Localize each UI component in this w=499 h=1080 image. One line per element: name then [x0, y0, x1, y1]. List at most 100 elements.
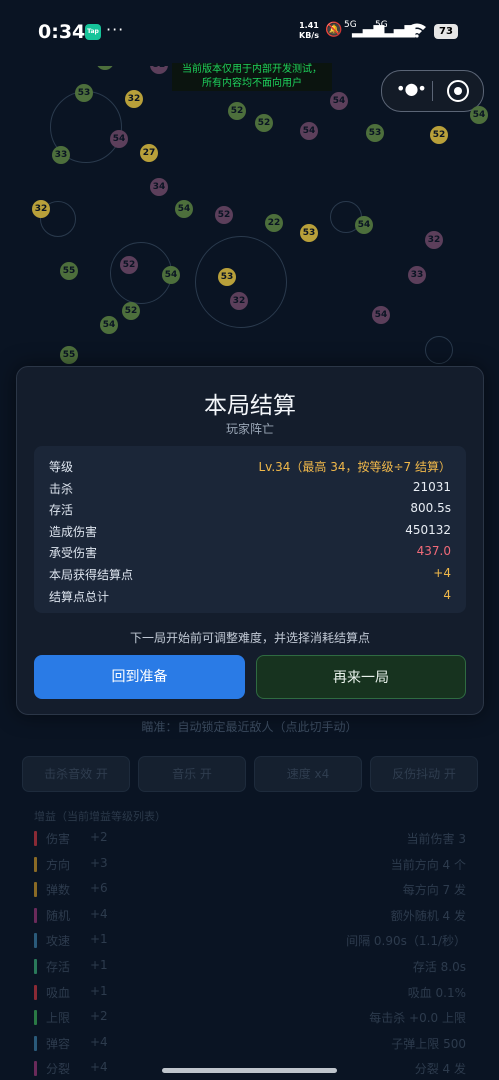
- reflect-shake-toggle[interactable]: 反伤抖动 开: [370, 756, 478, 792]
- range-ring: [425, 336, 453, 364]
- enemy-marker: 54: [300, 122, 318, 140]
- result-dialog: 本局结算 玩家阵亡 等级 Lv.34（最高 34，按等级÷7 结算） 击杀 21031…: [16, 366, 484, 715]
- upgrade-row: 存活 +1 存活 8.0s: [34, 956, 466, 978]
- app-badge-icon: Tap: [85, 24, 101, 40]
- upgrade-color-bar: [34, 856, 37, 872]
- result-row-value: Lv.34（最高 34，按等级÷7 结算）: [258, 460, 451, 474]
- back-to-prepare-button[interactable]: 回到准备: [34, 655, 245, 699]
- result-hint: 下一局开始前可调整难度，并选择消耗结算点: [129, 631, 370, 645]
- enemy-marker: 52: [228, 102, 246, 120]
- enemy-marker: 33: [52, 146, 70, 164]
- wifi-icon: [407, 22, 427, 42]
- upgrade-stat: 分裂 4 发: [414, 1062, 466, 1077]
- enemy-marker: 54: [162, 266, 180, 284]
- result-row-value: 437.0: [416, 544, 451, 559]
- result-row: 存活 800.5s: [49, 501, 451, 521]
- enemy-marker: 32: [425, 231, 443, 249]
- enemy-marker: 27: [140, 144, 158, 162]
- upgrade-row: 吸血 +1 吸血 0.1%: [34, 982, 466, 1004]
- result-stats-panel: 等级 Lv.34（最高 34，按等级÷7 结算） 击杀 21031 存活 800.5s 造成…: [34, 446, 466, 613]
- upgrade-row: 方向 +3 当前方向 4 个: [34, 854, 466, 876]
- upgrade-row: 弹容 +4 子弹上限 500: [34, 1033, 466, 1055]
- enemy-marker: 55: [60, 346, 78, 364]
- upgrade-row: 弹数 +6 每方向 7 发: [34, 879, 466, 901]
- enemy-marker: 52: [255, 114, 273, 132]
- upgrade-name: 分裂: [46, 1062, 71, 1077]
- enemy-marker: 53: [75, 84, 93, 102]
- result-row: 结算点总计 4: [49, 588, 451, 608]
- upgrade-add: +2: [90, 830, 108, 844]
- enemy-marker: 52: [430, 126, 448, 144]
- kill-sound-toggle[interactable]: 击杀音效 开: [22, 756, 130, 792]
- enemy-marker: 53: [218, 268, 236, 286]
- dev-notice-line1: 当前版本仅用于内部开发测试，: [182, 64, 322, 75]
- enemy-marker: 55: [60, 262, 78, 280]
- upgrade-row: 随机 +4 额外随机 4 发: [34, 905, 466, 927]
- upgrade-name: 上限: [46, 1011, 71, 1026]
- battery-icon: 73: [434, 24, 458, 39]
- enemy-marker: 52: [120, 256, 138, 274]
- status-time: 0:34: [38, 21, 86, 43]
- upgrade-color-bar: [34, 831, 37, 846]
- result-row-value: 800.5s: [410, 501, 451, 516]
- enemy-marker: 54: [110, 130, 128, 148]
- result-title: 本局结算: [204, 393, 296, 419]
- upgrade-name: 方向: [46, 857, 71, 872]
- result-row-label: 存活: [49, 503, 74, 518]
- upgrade-color-bar: [34, 1061, 37, 1077]
- network-speed: 1.41 KB/s: [299, 21, 319, 41]
- upgrade-add: +4: [90, 1060, 108, 1075]
- enemy-marker: 54: [330, 92, 348, 110]
- upgrade-name: 弹容: [46, 1036, 71, 1051]
- home-indicator[interactable]: [162, 1068, 337, 1073]
- result-subtitle: 玩家阵亡: [225, 422, 274, 436]
- enemy-marker: 54: [175, 200, 193, 218]
- upgrade-name: 攻速: [46, 934, 71, 949]
- upgrade-name: 随机: [46, 908, 71, 923]
- upgrade-add: +4: [90, 1034, 108, 1049]
- result-row-value: 450132: [405, 522, 451, 537]
- control-buttons: 击杀音效 开 音乐 开 速度 x4 反伤抖动 开: [22, 756, 478, 792]
- upgrade-name: 伤害: [46, 832, 71, 846]
- upgrade-color-bar: [34, 984, 37, 1000]
- aim-mode-toggle[interactable]: 瞄准：自动锁定最近敌人（点此切手动）: [0, 718, 499, 735]
- enemy-marker: 32: [125, 90, 143, 108]
- game-arena: 5452325354523354275254535254343254522253…: [0, 66, 499, 376]
- upgrade-stat: 间隔 0.90s（1.1/秒）: [346, 934, 466, 949]
- enemy-marker: 54: [372, 306, 390, 324]
- range-ring: [195, 236, 287, 328]
- enemy-marker: 54: [96, 66, 114, 70]
- upgrade-add: +2: [90, 1009, 108, 1024]
- mute-icon: 🔕: [325, 22, 343, 38]
- upgrades-title: 增益（当前增益等级列表）: [34, 810, 166, 823]
- music-toggle[interactable]: 音乐 开: [138, 756, 246, 792]
- upgrade-row: 上限 +2 每击杀 +0.0 上限: [34, 1007, 466, 1029]
- enemy-marker: 54: [100, 316, 118, 334]
- network-speed-value: 1.41: [299, 21, 319, 30]
- upgrade-add: +1: [90, 983, 108, 998]
- enemy-marker: 33: [408, 266, 426, 284]
- result-row-label: 等级: [49, 460, 74, 474]
- result-row-label: 造成伤害: [49, 524, 98, 539]
- upgrade-color-bar: [34, 1035, 37, 1051]
- enemy-marker: 34: [150, 178, 168, 196]
- enemy-marker: 52: [122, 302, 140, 320]
- result-row-value: 21031: [412, 479, 451, 494]
- upgrade-color-bar: [34, 933, 37, 949]
- upgrade-add: +1: [90, 958, 108, 972]
- result-row-label: 承受伤害: [49, 546, 98, 561]
- dev-notice-line2: 所有内容均不面向用户: [202, 78, 302, 89]
- upgrade-color-bar: [34, 959, 37, 974]
- enemy-marker: 22: [265, 214, 283, 232]
- result-row: 等级 Lv.34（最高 34，按等级÷7 结算）: [49, 458, 451, 478]
- upgrade-color-bar: [34, 882, 37, 898]
- upgrade-stat: 每方向 7 发: [402, 883, 466, 898]
- enemy-marker: 32: [230, 292, 248, 310]
- network-speed-unit: KB/s: [299, 31, 319, 40]
- play-again-button[interactable]: 再来一局: [256, 655, 466, 699]
- more-notifications-icon: ···: [106, 20, 125, 39]
- speed-toggle[interactable]: 速度 x4: [254, 756, 362, 792]
- result-row-label: 本局获得结算点: [49, 568, 134, 582]
- upgrade-stat: 额外随机 4 发: [390, 908, 466, 923]
- upgrade-name: 弹数: [46, 883, 71, 898]
